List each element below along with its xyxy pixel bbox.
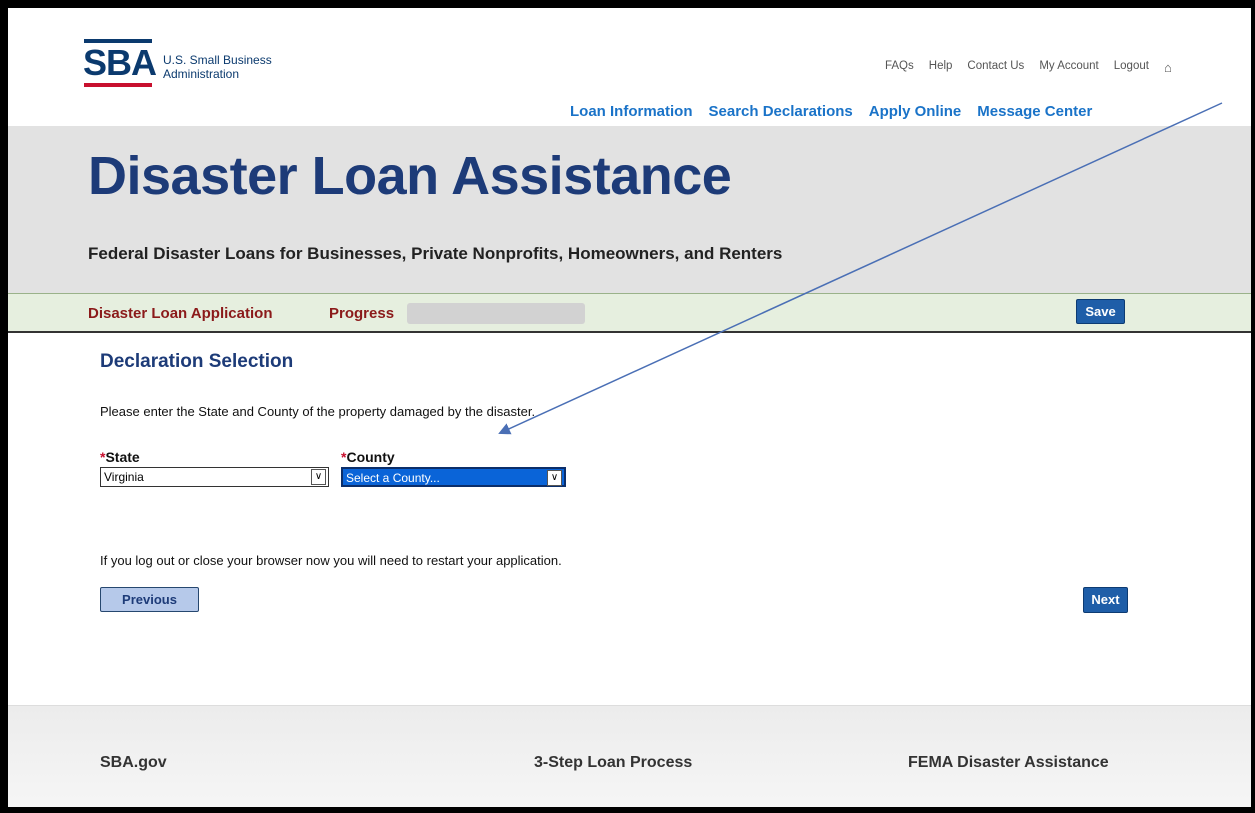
home-icon[interactable]: ⌂	[1164, 60, 1172, 75]
next-button[interactable]: Next	[1083, 587, 1128, 613]
hero-banner: Disaster Loan Assistance Federal Disaste…	[8, 126, 1251, 294]
state-select[interactable]: Virginia ∨	[100, 467, 329, 487]
nav-message-center[interactable]: Message Center	[977, 103, 1092, 120]
county-select[interactable]: Select a County... ∨	[341, 467, 566, 487]
state-label: *State	[100, 449, 140, 465]
page-subtitle: Federal Disaster Loans for Businesses, P…	[88, 244, 783, 263]
county-label: *County	[341, 449, 395, 465]
footer: SBA.gov 3-Step Loan Process FEMA Disaste…	[8, 705, 1251, 807]
application-title: Disaster Loan Application	[88, 305, 273, 322]
footer-link-sba-gov[interactable]: SBA.gov	[100, 754, 167, 772]
state-select-value: Virginia	[104, 470, 144, 484]
sba-logo[interactable]: SBA U.S. Small Business Administration	[81, 39, 272, 87]
util-link-logout[interactable]: Logout	[1114, 60, 1149, 75]
sba-logo-text: U.S. Small Business Administration	[163, 53, 272, 81]
util-link-faqs[interactable]: FAQs	[885, 60, 914, 75]
nav-search-declarations[interactable]: Search Declarations	[709, 103, 853, 120]
page-title: Disaster Loan Assistance	[88, 146, 732, 206]
application-bar: Disaster Loan Application Progress Save	[8, 293, 1251, 333]
previous-button[interactable]: Previous	[100, 587, 199, 612]
save-button[interactable]: Save	[1076, 299, 1125, 324]
nav-apply-online[interactable]: Apply Online	[869, 103, 962, 120]
logo-text-line2: Administration	[163, 67, 240, 81]
util-link-help[interactable]: Help	[929, 60, 953, 75]
footer-link-loan-process[interactable]: 3-Step Loan Process	[534, 754, 692, 772]
chevron-down-icon[interactable]: ∨	[547, 470, 562, 486]
restart-notice: If you log out or close your browser now…	[100, 553, 562, 568]
footer-link-fema[interactable]: FEMA Disaster Assistance	[908, 754, 1109, 772]
sba-logo-letters: SBA	[83, 42, 157, 83]
county-select-value: Select a County...	[346, 471, 440, 485]
util-link-contact-us[interactable]: Contact Us	[967, 60, 1024, 75]
sba-logo-mark: SBA	[81, 39, 157, 87]
util-link-my-account[interactable]: My Account	[1039, 60, 1098, 75]
nav-loan-information[interactable]: Loan Information	[570, 103, 693, 120]
browser-frame: SBA U.S. Small Business Administration F…	[0, 0, 1255, 813]
utility-nav: FAQs Help Contact Us My Account Logout ⌂	[885, 60, 1172, 75]
logo-text-line1: U.S. Small Business	[163, 53, 272, 67]
chevron-down-icon[interactable]: ∨	[311, 469, 326, 485]
progress-label: Progress	[329, 305, 395, 322]
section-title: Declaration Selection	[100, 351, 294, 372]
main-nav: Loan Information Search Declarations App…	[570, 103, 1108, 120]
progress-bar	[407, 303, 585, 324]
instructions-text: Please enter the State and County of the…	[100, 404, 536, 419]
